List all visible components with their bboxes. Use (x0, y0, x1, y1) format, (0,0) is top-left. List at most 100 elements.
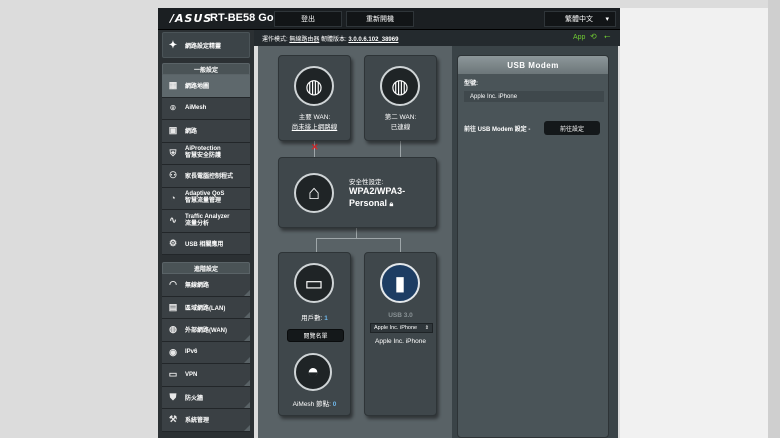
sidebar-item-network[interactable]: ▣ 網路 (162, 120, 250, 143)
sidebar-item-label: 系統管理 (185, 418, 210, 425)
globe-icon: ◍ (169, 324, 177, 335)
sidebar-item-lan[interactable]: ▤ 區域網路(LAN) (162, 296, 250, 319)
sidebar-item-label: IPv6 (185, 349, 198, 356)
ipv6-icon: ◉ (169, 346, 177, 357)
sidebar-item-usb[interactable]: ⚙ USB 相關應用 (162, 232, 250, 255)
sidebar-item-aimesh[interactable]: ⌾ AiMesh (162, 97, 250, 120)
sidebar-item-label: AiMesh (185, 105, 207, 112)
goto-settings-button[interactable]: 前往設定 (544, 121, 600, 135)
sidebar-item-label: 家長電腦控制程式 (185, 174, 234, 181)
usb-device-icon: ▮ (380, 263, 420, 303)
firmware-label: 韌體版本: (321, 37, 347, 43)
primary-wan-card[interactable]: ◍ 主要 WAN: 尚未接上網路線 (278, 55, 351, 141)
usb-select-value: Apple Inc. iPhone (374, 325, 418, 331)
sidebar-item-wan[interactable]: ◍ 外部網路(WAN) (162, 319, 250, 342)
sidebar-item-label: 網路 (185, 129, 198, 136)
network-map: ✕ ◍ 主要 WAN: 尚未接上網路線 ◍ 第二 WAN: 已連線 ⌂ 安全性設… (258, 46, 452, 438)
analyzer-icon: ∿ (169, 215, 177, 226)
monitor-icon: ▭ (294, 263, 334, 303)
sidebar-item-aiprotection[interactable]: ⛨ AiProtection 智慧安全防護 (162, 142, 250, 165)
usb-device-name: Apple Inc. iPhone (375, 338, 426, 345)
sidebar-item-qos[interactable]: ◔ Adaptive QoS 智慧流量管理 (162, 187, 250, 210)
advanced-section-title: 進階設定 (162, 262, 250, 274)
corner-mark (244, 379, 250, 386)
firmware-link[interactable]: 3.0.0.6.102_38969 (348, 37, 398, 43)
sidebar-item-label: 無線網路 (185, 283, 210, 290)
sidebar-item-traffic-analyzer[interactable]: ∿ Traffic Analyzer 流量分析 (162, 210, 250, 233)
network-icon: ▣ (168, 125, 178, 136)
admin-icon: ⚒ (168, 414, 178, 425)
primary-wan-label: 主要 WAN: (298, 114, 331, 121)
security-value-line1: WPA2/WPA3- (349, 186, 406, 196)
panel-body: 型號: Apple Inc. iPhone 前往 USB Modem 設定 - … (464, 78, 604, 135)
corner-mark (244, 289, 250, 296)
clients-count: 1 (324, 315, 328, 322)
security-label: 安全性設定: (349, 179, 384, 186)
network-status-icon[interactable]: ⟲ (590, 32, 600, 42)
shield-icon: ⛨ (169, 147, 177, 158)
status-text: 運作模式: 無線路由器 韌體版本: 3.0.0.6.102_38969 (262, 34, 398, 43)
sidebar-item-label: 網路地圖 (185, 84, 210, 91)
sidebar-item-label: Traffic Analyzer (185, 213, 230, 220)
sidebar-item-text: AiProtection 智慧安全防護 (185, 146, 221, 160)
router-card[interactable]: ⌂ 安全性設定: WPA2/WPA3- Personal 🔒︎ (278, 157, 437, 228)
aimesh-label: AiMesh 節點: (292, 401, 331, 408)
sidebar-item-sublabel: 流量分析 (185, 220, 210, 227)
aimesh-count-row: AiMesh 節點: 0 (279, 398, 350, 408)
language-select[interactable]: 繁體中文 ▾ (544, 11, 616, 27)
chevron-down-icon: ▾ (605, 16, 609, 23)
usb-port-label: USB 3.0 (388, 312, 413, 319)
logout-button[interactable]: 登出 (274, 11, 342, 27)
sidebar-item-sublabel: 智慧安全防護 (185, 153, 222, 160)
sidebar-item-ipv6[interactable]: ◉ IPv6 (162, 341, 250, 364)
router-connector (356, 228, 357, 238)
advanced-menu: ◠ 無線網路 ▤ 區域網路(LAN) ◍ 外部網路(WAN) ◉ IPv6 ▭ … (162, 274, 250, 432)
app-link[interactable]: App (573, 34, 585, 41)
quick-setup-button[interactable]: ✦ 網路設定精靈 (162, 32, 250, 58)
panel-title: USB Modem (458, 56, 608, 74)
reboot-button[interactable]: 重新開機 (346, 11, 414, 27)
corner-mark (244, 357, 250, 363)
primary-wan-status[interactable]: 尚未接上網路線 (279, 121, 350, 131)
sidebar-item-text: Traffic Analyzer 流量分析 (185, 214, 229, 228)
branch-connector (316, 238, 400, 239)
sidebar-item-wireless[interactable]: ◠ 無線網路 (162, 274, 250, 297)
secondary-wan-label: 第二 WAN: (384, 114, 417, 121)
corner-mark (244, 312, 250, 318)
sidebar-item-label: USB 相關應用 (185, 241, 224, 248)
sidebar-item-parental[interactable]: ⚇ 家長電腦控制程式 (162, 165, 250, 188)
lan-icon: ▤ (168, 301, 178, 312)
disconnected-icon: ✕ (311, 142, 319, 152)
usb-status-icon[interactable]: ⭠ (604, 32, 614, 42)
security-value-line2: Personal 🔒︎ (349, 198, 393, 209)
usb-card[interactable]: ▮ USB 3.0 Apple Inc. iPhone ⇕ Apple Inc.… (364, 252, 437, 416)
sidebar-item-firewall[interactable]: ⛊ 防火牆 (162, 386, 250, 409)
clients-card[interactable]: ▭ 用戶數: 1 閱覽名單 ◓ AiMesh 節點: 0 (278, 252, 351, 416)
globe-icon: ◍ (294, 66, 334, 106)
corner-mark (244, 424, 250, 431)
corner-mark (244, 402, 250, 408)
main-content: ✕ ◍ 主要 WAN: 尚未接上網路線 ◍ 第二 WAN: 已連線 ⌂ 安全性設… (258, 46, 618, 438)
clients-count-row: 用戶數: 1 (279, 312, 350, 322)
network-map-icon: ▦ (168, 80, 178, 91)
security-value-text: Personal (349, 198, 388, 208)
sidebar-item-vpn[interactable]: ▭ VPN (162, 364, 250, 387)
sidebar-item-sublabel: 智慧流量管理 (185, 198, 222, 205)
general-section-title: 一般設定 (162, 63, 250, 75)
aimesh-node-icon[interactable]: ◓ (294, 353, 332, 391)
sidebar-item-label: 外部網路(WAN) (185, 328, 227, 335)
scrollbar[interactable] (768, 0, 780, 438)
secondary-wan-card[interactable]: ◍ 第二 WAN: 已連線 (364, 55, 437, 141)
mode-label: 運作模式: (262, 37, 288, 43)
sidebar: ✦ 網路設定精靈 一般設定 ▦ 網路地圖 ⌾ AiMesh ▣ 網路 ⛨ AiP… (158, 30, 254, 438)
sidebar-item-label: 區域網路(LAN) (185, 305, 226, 312)
view-list-button[interactable]: 閱覽名單 (287, 329, 344, 342)
usb-device-select[interactable]: Apple Inc. iPhone ⇕ (370, 323, 433, 333)
sidebar-item-label: VPN (185, 371, 198, 378)
vpn-icon: ▭ (168, 369, 178, 380)
mode-link[interactable]: 無線路由器 (289, 37, 319, 43)
sidebar-item-administration[interactable]: ⚒ 系統管理 (162, 409, 250, 432)
firewall-icon: ⛊ (169, 391, 177, 402)
language-label: 繁體中文 (565, 16, 593, 23)
sidebar-item-network-map[interactable]: ▦ 網路地圖 (162, 75, 250, 98)
